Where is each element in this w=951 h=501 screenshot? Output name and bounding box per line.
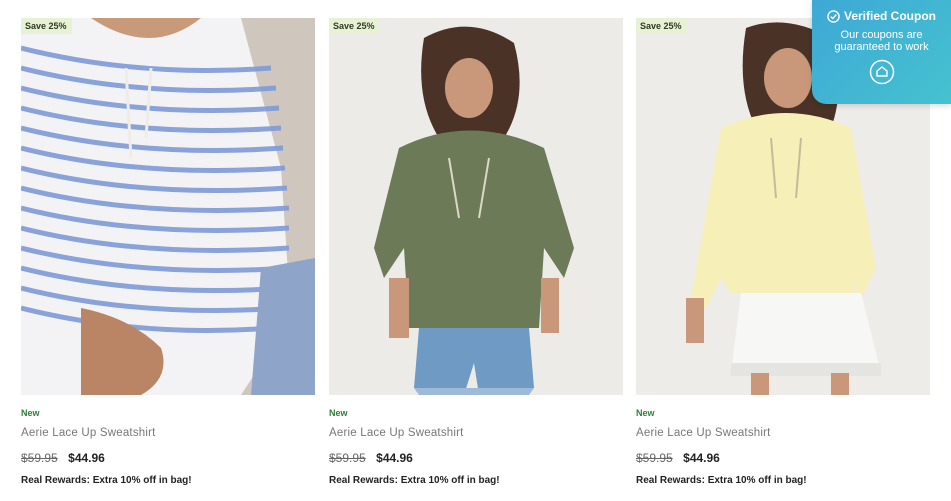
price-row: $59.95 $44.96: [636, 450, 930, 465]
check-circle-icon: [827, 9, 840, 23]
original-price: $59.95: [329, 451, 366, 465]
discount-badge: Save 25%: [21, 18, 72, 34]
product-image[interactable]: Save 25%: [21, 18, 315, 395]
striped-sweatshirt-photo: [21, 18, 315, 395]
product-name[interactable]: Aerie Lace Up Sweatshirt: [636, 426, 930, 440]
coupon-header: Verified Coupon: [812, 9, 951, 23]
product-card[interactable]: Save 25% New Aerie Lace Up Sweatshirt $5…: [329, 18, 623, 487]
promo-text: Real Rewards: Extra 10% off in bag!: [636, 475, 807, 486]
new-tag: New: [636, 408, 655, 418]
product-name[interactable]: Aerie Lace Up Sweatshirt: [21, 426, 315, 440]
price-row: $59.95 $44.96: [21, 450, 315, 465]
promo-text: Real Rewards: Extra 10% off in bag!: [21, 475, 192, 486]
sale-price: $44.96: [683, 451, 720, 465]
original-price: $59.95: [21, 451, 58, 465]
verified-coupon-popup[interactable]: Verified Coupon Our coupons are guarante…: [812, 0, 951, 104]
shield-icon[interactable]: [869, 59, 895, 85]
promo-text: Real Rewards: Extra 10% off in bag!: [329, 475, 500, 486]
sale-price: $44.96: [68, 451, 105, 465]
product-grid: Save 25% New Aerie Lace Up Sweatshirt $5…: [0, 0, 951, 501]
coupon-subtitle: Our coupons are guaranteed to work: [834, 29, 929, 53]
coupon-title: Verified Coupon: [843, 9, 936, 23]
product-name[interactable]: Aerie Lace Up Sweatshirt: [329, 426, 623, 440]
new-tag: New: [329, 408, 348, 418]
green-sweatshirt-photo: [329, 18, 623, 395]
discount-badge: Save 25%: [636, 18, 687, 34]
original-price: $59.95: [636, 451, 673, 465]
price-row: $59.95 $44.96: [329, 450, 623, 465]
sale-price: $44.96: [376, 451, 413, 465]
new-tag: New: [21, 408, 40, 418]
product-card[interactable]: Save 25% New Aerie Lace Up Sweatshirt $5…: [21, 18, 315, 487]
product-image[interactable]: Save 25%: [329, 18, 623, 395]
discount-badge: Save 25%: [329, 18, 380, 34]
